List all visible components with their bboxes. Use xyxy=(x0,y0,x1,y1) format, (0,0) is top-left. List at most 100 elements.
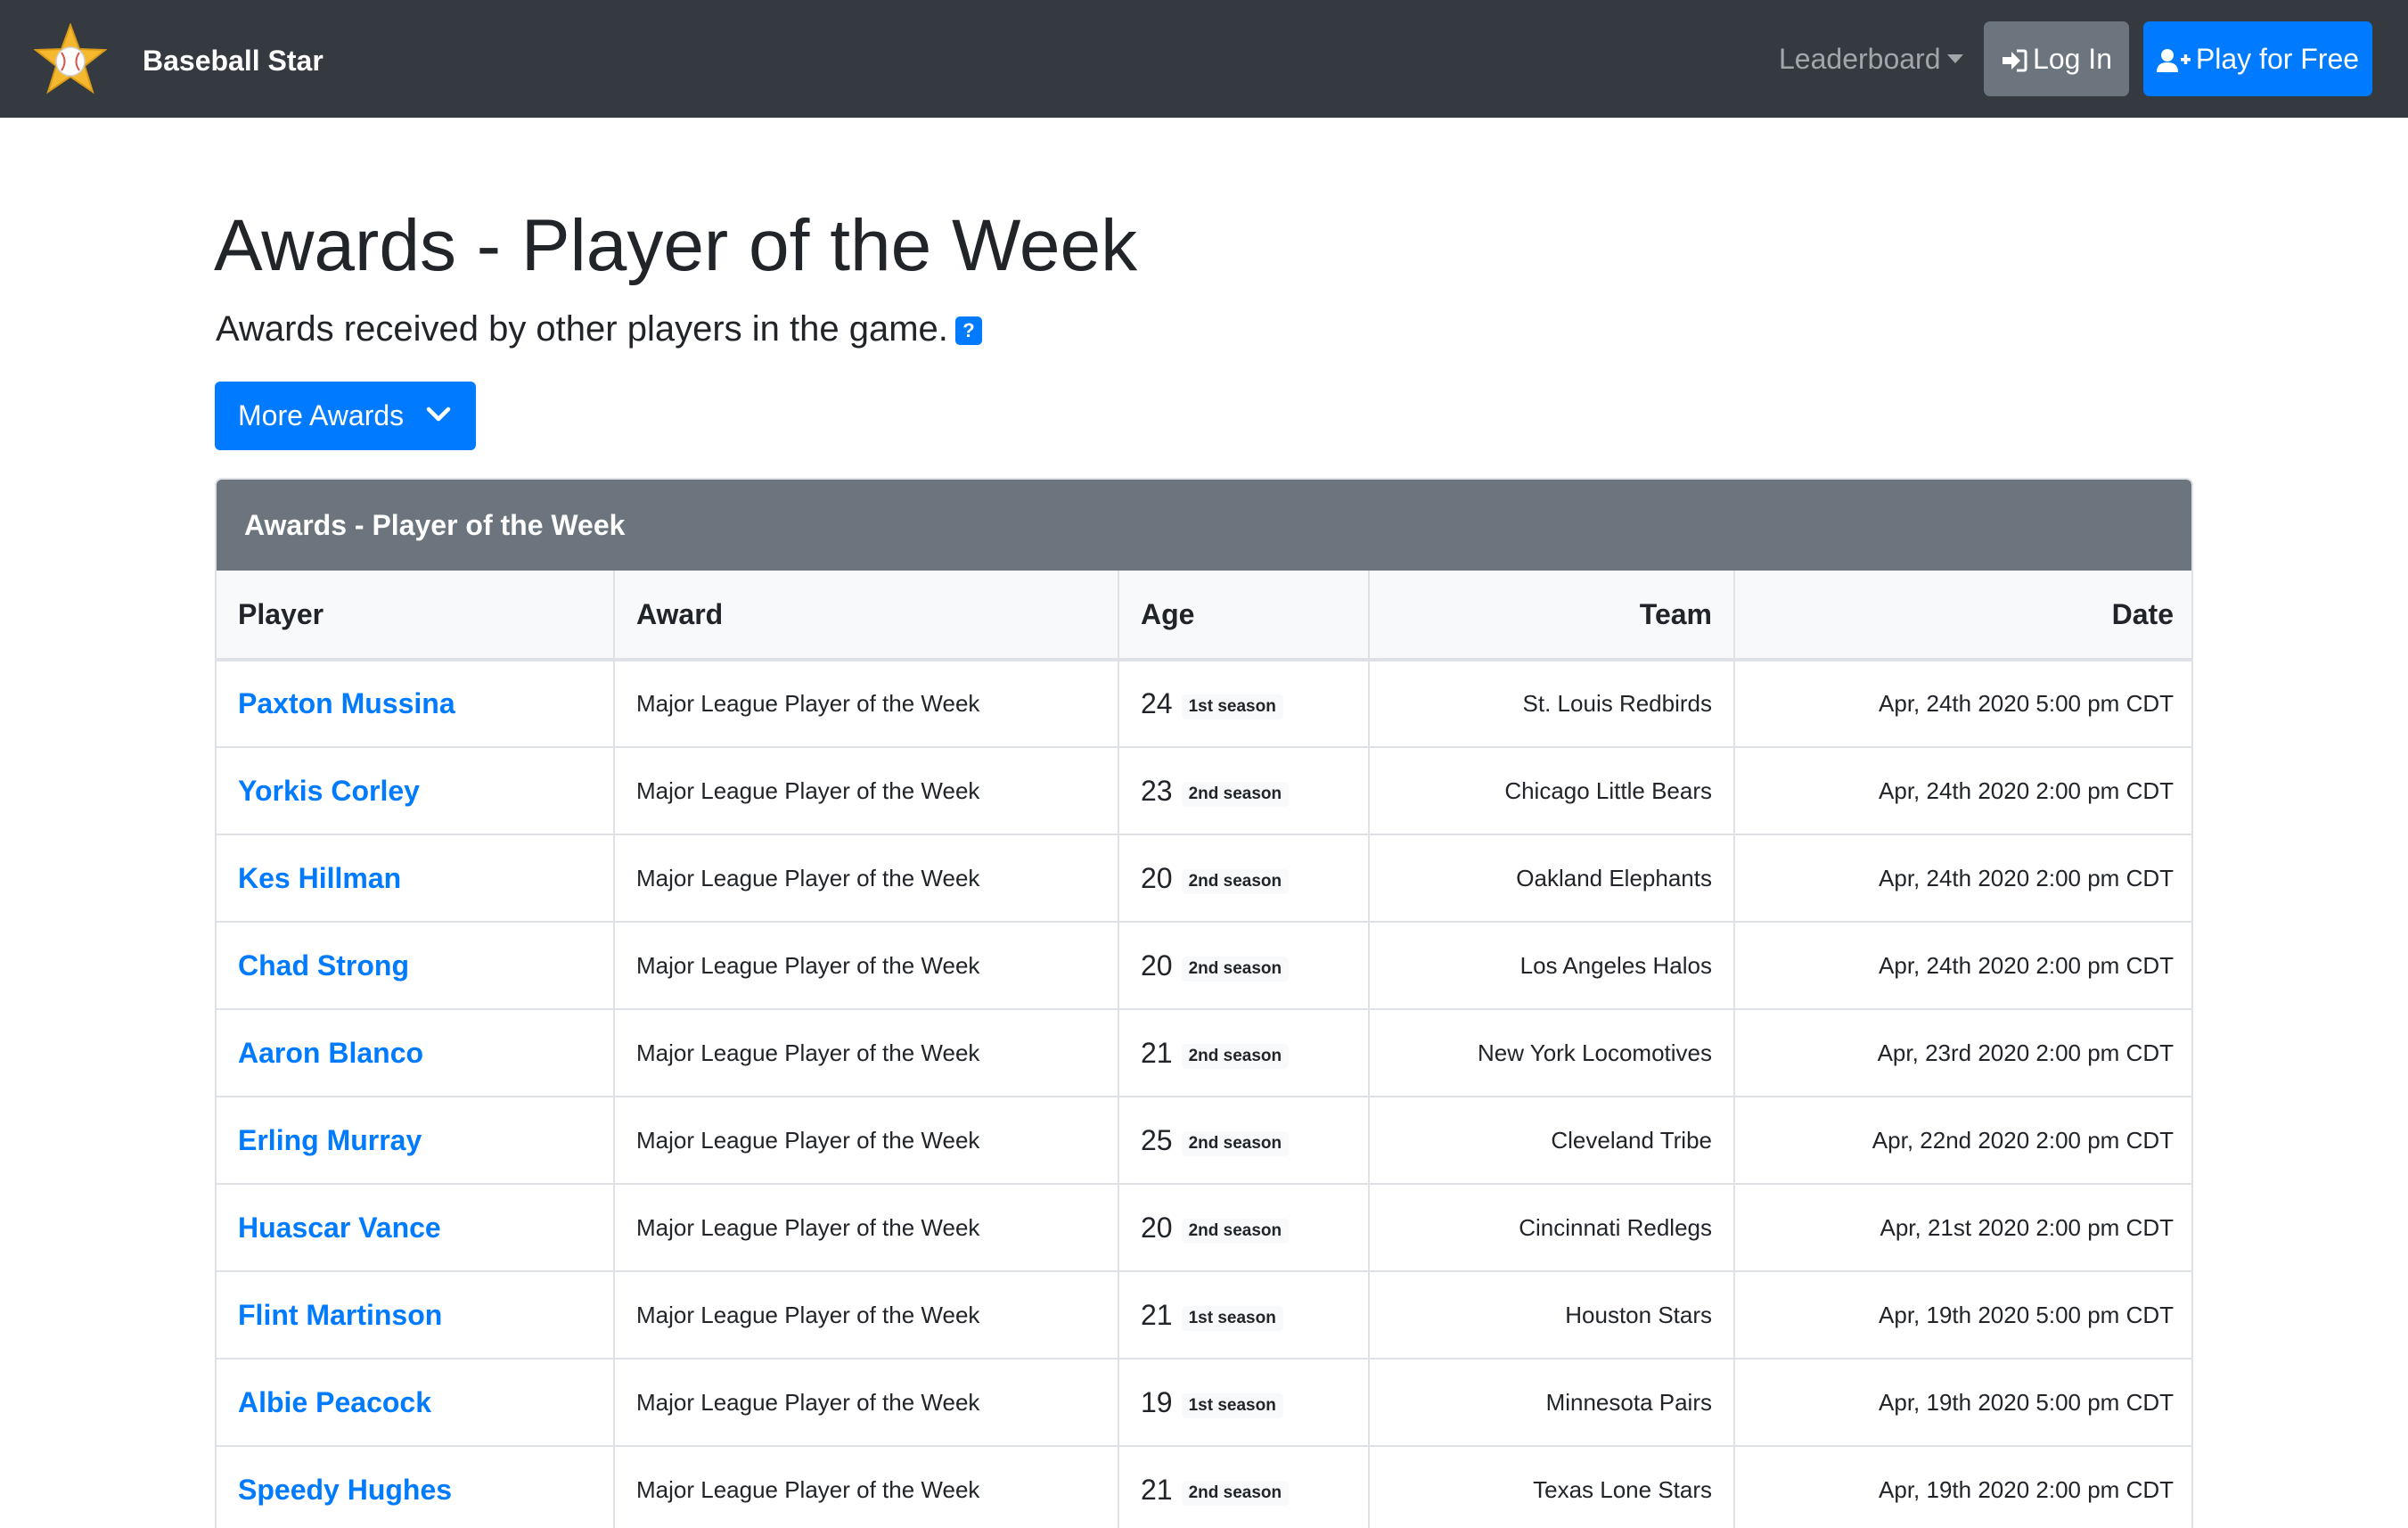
age-cell: 21 2nd season xyxy=(1118,1445,1370,1528)
player-link[interactable]: Erling Murray xyxy=(238,1124,422,1156)
table-header-row: Player Award Age Team Date xyxy=(217,571,2191,661)
player-link[interactable]: Paxton Mussina xyxy=(238,687,455,719)
age-cell: 21 2nd season xyxy=(1118,1008,1370,1097)
team-cell: New York Locomotives xyxy=(1369,1008,1735,1097)
team-cell: Houston Stars xyxy=(1369,1270,1735,1359)
date-cell: Apr, 24th 2020 2:00 pm CDT xyxy=(1734,834,2191,922)
date-cell: Apr, 19th 2020 5:00 pm CDT xyxy=(1734,1358,2191,1446)
age-value: 21 xyxy=(1141,1036,1173,1069)
award-cell: Major League Player of the Week xyxy=(614,659,1119,747)
age-cell: 19 1st season xyxy=(1118,1358,1370,1446)
team-cell: Texas Lone Stars xyxy=(1369,1445,1735,1528)
season-badge: 2nd season xyxy=(1181,781,1290,807)
age-cell: 24 1st season xyxy=(1118,659,1370,747)
table-body: Paxton Mussina Major League Player of th… xyxy=(217,659,2191,1528)
column-header-date[interactable]: Date xyxy=(1734,571,2191,661)
season-badge: 1st season xyxy=(1181,1305,1283,1331)
chevron-down-icon xyxy=(426,407,451,422)
team-cell: St. Louis Redbirds xyxy=(1369,659,1735,747)
date-cell: Apr, 19th 2020 5:00 pm CDT xyxy=(1734,1270,2191,1359)
play-for-free-button[interactable]: Play for Free xyxy=(2143,21,2372,96)
age-cell: 23 2nd season xyxy=(1118,746,1370,834)
team-cell: Minnesota Pairs xyxy=(1369,1358,1735,1446)
award-cell: Major League Player of the Week xyxy=(614,834,1119,922)
date-cell: Apr, 21st 2020 2:00 pm CDT xyxy=(1734,1183,2191,1271)
player-link[interactable]: Yorkis Corley xyxy=(238,775,420,807)
lead-text: Awards received by other players in the … xyxy=(216,309,948,349)
award-cell: Major League Player of the Week xyxy=(614,746,1119,834)
column-header-award[interactable]: Award xyxy=(614,571,1119,661)
season-badge: 1st season xyxy=(1181,1392,1283,1418)
date-cell: Apr, 24th 2020 2:00 pm CDT xyxy=(1734,746,2191,834)
column-header-age[interactable]: Age xyxy=(1118,571,1370,661)
season-badge: 2nd season xyxy=(1181,868,1290,894)
award-cell: Major League Player of the Week xyxy=(614,1096,1119,1184)
table-row: Speedy Hughes Major League Player of the… xyxy=(217,1445,2191,1528)
player-link[interactable]: Flint Martinson xyxy=(238,1299,442,1331)
player-link[interactable]: Kes Hillman xyxy=(238,862,401,894)
table-row: Paxton Mussina Major League Player of th… xyxy=(217,659,2191,747)
column-header-team[interactable]: Team xyxy=(1369,571,1735,661)
awards-table: Player Award Age Team Date Paxton Mussin… xyxy=(217,571,2191,1528)
age-cell: 20 2nd season xyxy=(1118,1183,1370,1271)
column-header-player[interactable]: Player xyxy=(217,571,615,661)
login-label: Log In xyxy=(2033,43,2112,75)
awards-card: Awards - Player of the Week Player Award… xyxy=(215,478,2193,1528)
navbar: Baseball Star Leaderboard Log In Play fo… xyxy=(0,0,2408,118)
user-plus-icon xyxy=(2156,49,2191,72)
table-row: Albie Peacock Major League Player of the… xyxy=(217,1358,2191,1446)
age-value: 21 xyxy=(1141,1474,1173,1506)
age-cell: 21 1st season xyxy=(1118,1270,1370,1359)
season-badge: 2nd season xyxy=(1181,956,1290,982)
page-title: Awards - Player of the Week xyxy=(214,205,1138,286)
age-value: 20 xyxy=(1141,861,1173,894)
date-cell: Apr, 24th 2020 2:00 pm CDT xyxy=(1734,921,2191,1009)
sign-in-icon xyxy=(2003,49,2027,72)
season-badge: 2nd season xyxy=(1181,1218,1290,1244)
table-row: Chad Strong Major League Player of the W… xyxy=(217,921,2191,1009)
team-cell: Cleveland Tribe xyxy=(1369,1096,1735,1184)
age-value: 24 xyxy=(1141,687,1173,719)
date-cell: Apr, 23rd 2020 2:00 pm CDT xyxy=(1734,1008,2191,1097)
help-icon[interactable]: ? xyxy=(954,316,982,345)
table-row: Flint Martinson Major League Player of t… xyxy=(217,1270,2191,1359)
card-header: Awards - Player of the Week xyxy=(217,480,2191,571)
date-cell: Apr, 24th 2020 5:00 pm CDT xyxy=(1734,659,2191,747)
team-cell: Chicago Little Bears xyxy=(1369,746,1735,834)
player-link[interactable]: Albie Peacock xyxy=(238,1386,431,1418)
player-link[interactable]: Chad Strong xyxy=(238,949,409,982)
season-badge: 2nd season xyxy=(1181,1481,1290,1506)
player-link[interactable]: Huascar Vance xyxy=(238,1212,441,1244)
page-lead: Awards received by other players in the … xyxy=(216,307,982,351)
table-row: Aaron Blanco Major League Player of the … xyxy=(217,1008,2191,1097)
season-badge: 2nd season xyxy=(1181,1043,1290,1069)
award-cell: Major League Player of the Week xyxy=(614,1008,1119,1097)
award-cell: Major League Player of the Week xyxy=(614,1358,1119,1446)
more-awards-label: More Awards xyxy=(238,399,405,431)
age-value: 20 xyxy=(1141,1211,1173,1244)
season-badge: 2nd season xyxy=(1181,1130,1290,1156)
leaderboard-dropdown[interactable]: Leaderboard xyxy=(1779,39,1964,78)
age-value: 21 xyxy=(1141,1298,1173,1331)
award-cell: Major League Player of the Week xyxy=(614,1445,1119,1528)
age-value: 19 xyxy=(1141,1385,1173,1418)
age-cell: 20 2nd season xyxy=(1118,921,1370,1009)
play-label: Play for Free xyxy=(2195,43,2360,75)
award-cell: Major League Player of the Week xyxy=(614,1183,1119,1271)
more-awards-button[interactable]: More Awards xyxy=(215,382,476,450)
team-cell: Cincinnati Redlegs xyxy=(1369,1183,1735,1271)
table-row: Huascar Vance Major League Player of the… xyxy=(217,1183,2191,1271)
brand-name[interactable]: Baseball Star xyxy=(143,43,324,78)
age-cell: 20 2nd season xyxy=(1118,834,1370,922)
age-cell: 25 2nd season xyxy=(1118,1096,1370,1184)
player-link[interactable]: Speedy Hughes xyxy=(238,1474,452,1506)
login-button[interactable]: Log In xyxy=(1984,21,2129,96)
age-value: 23 xyxy=(1141,774,1173,807)
age-value: 20 xyxy=(1141,949,1173,982)
star-baseball-icon[interactable] xyxy=(34,23,107,94)
season-badge: 1st season xyxy=(1181,694,1283,719)
award-cell: Major League Player of the Week xyxy=(614,1270,1119,1359)
player-link[interactable]: Aaron Blanco xyxy=(238,1037,423,1069)
leaderboard-label: Leaderboard xyxy=(1779,43,1941,75)
age-value: 25 xyxy=(1141,1123,1173,1156)
